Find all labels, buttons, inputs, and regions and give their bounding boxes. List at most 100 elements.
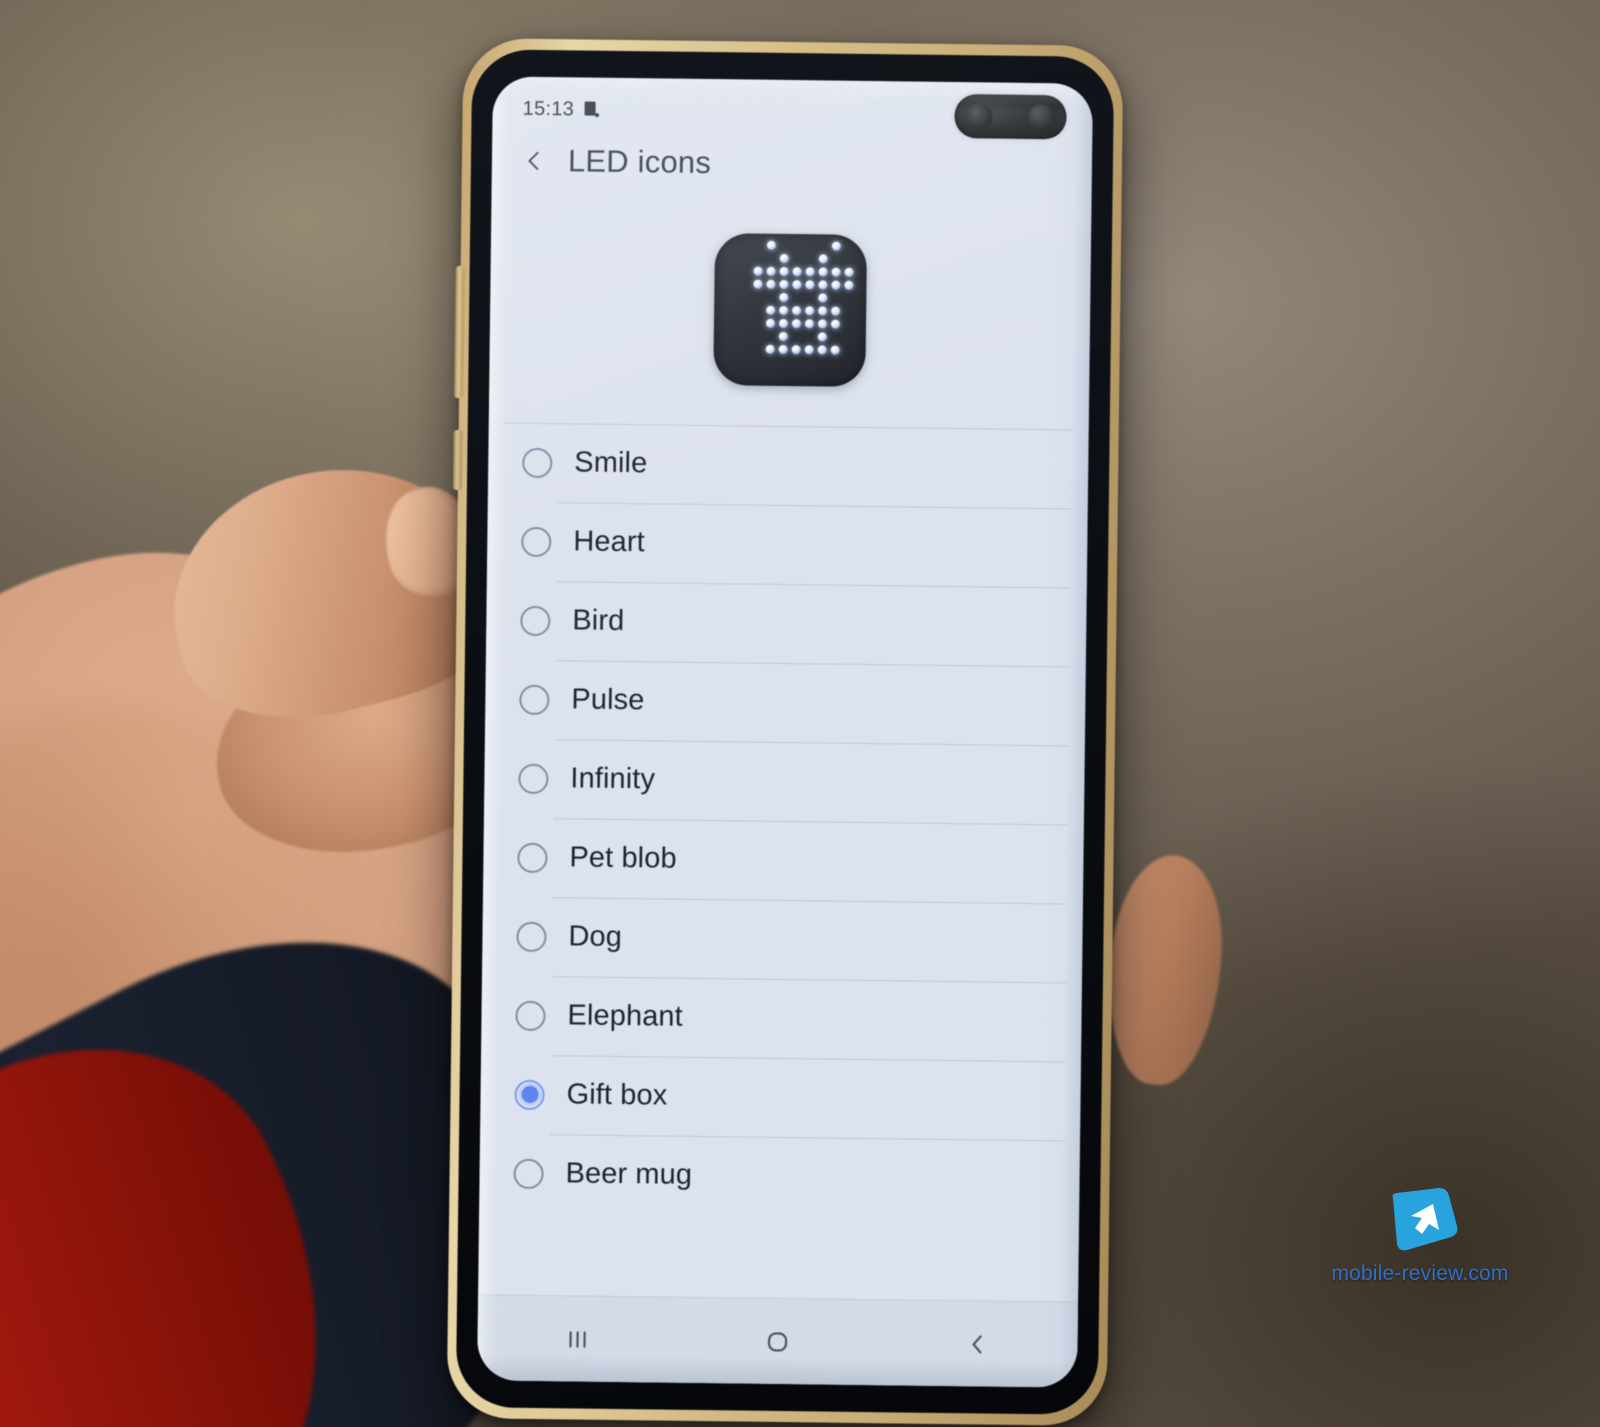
list-item[interactable]: Gift box (480, 1054, 1081, 1140)
led-dot (792, 332, 801, 341)
led-dot (740, 318, 749, 327)
led-dot (715, 266, 724, 275)
led-dot (739, 357, 748, 366)
radio-button[interactable] (516, 921, 547, 952)
led-dot (765, 357, 774, 366)
front-camera-punchhole (954, 94, 1067, 140)
led-dot (831, 280, 841, 290)
led-dot (856, 358, 865, 367)
led-dot (793, 254, 802, 263)
radio-button[interactable] (519, 684, 550, 715)
led-dot (728, 253, 737, 262)
list-item[interactable]: Pulse (485, 659, 1086, 745)
led-dot (817, 318, 828, 328)
led-dot (791, 318, 802, 328)
led-dot (792, 293, 801, 302)
radio-button[interactable] (515, 1000, 546, 1031)
led-dot (791, 344, 801, 354)
led-dot (766, 331, 775, 340)
list-item-label: Heart (573, 525, 645, 559)
led-dot (791, 371, 800, 380)
led-dot (727, 318, 736, 327)
radio-button[interactable] (518, 763, 549, 794)
led-icon-options-list: Smile Heart Bird Pulse Infinity Pet blob Dog El… (479, 422, 1089, 1219)
led-dot (844, 280, 854, 290)
recents-icon (569, 1330, 586, 1348)
led-dot (792, 266, 802, 276)
list-item-label: Elephant (567, 999, 684, 1033)
led-dot (845, 254, 854, 263)
led-dot (844, 293, 853, 302)
led-dot (765, 370, 774, 379)
led-dot (843, 358, 852, 367)
list-item[interactable]: Beer mug (479, 1133, 1080, 1219)
led-dot (818, 266, 828, 276)
led-dot (778, 370, 787, 379)
led-dot (818, 305, 828, 315)
led-dot (752, 370, 761, 379)
back-button[interactable] (917, 1313, 1038, 1374)
led-dot (727, 305, 736, 314)
radio-button[interactable] (521, 526, 552, 557)
led-dot (779, 305, 789, 315)
list-item[interactable]: Pet blob (483, 817, 1084, 903)
led-dot (740, 344, 749, 353)
led-dot (753, 331, 762, 340)
led-dot (793, 241, 802, 250)
led-dot (844, 319, 853, 328)
radio-button[interactable] (517, 842, 548, 873)
power-button[interactable] (454, 265, 465, 399)
sleeve-red (0, 975, 417, 1427)
back-chevron-icon[interactable] (522, 149, 546, 173)
led-dot (779, 266, 789, 276)
radio-button[interactable] (522, 447, 553, 478)
status-bar-left: 15:13 (522, 97, 599, 121)
radio-button[interactable] (514, 1079, 545, 1110)
led-dot (857, 319, 866, 328)
list-item[interactable]: Heart (487, 501, 1088, 587)
finger (1098, 849, 1232, 1091)
list-item[interactable]: Dog (482, 896, 1083, 982)
led-dot (805, 293, 814, 302)
led-dot (818, 279, 828, 289)
recents-button[interactable] (517, 1308, 638, 1369)
status-bar: 15:13 4G LT (492, 76, 1093, 147)
page-title: LED icons (567, 143, 712, 181)
back-icon (972, 1334, 982, 1354)
led-dot (713, 357, 722, 366)
led-dot (766, 305, 776, 315)
list-item[interactable]: Infinity (484, 738, 1085, 824)
led-dot (727, 279, 736, 288)
home-button[interactable] (717, 1311, 838, 1372)
led-dot (818, 253, 828, 263)
led-dot (858, 241, 867, 250)
list-item[interactable]: Smile (488, 422, 1089, 508)
led-dot (765, 318, 776, 328)
led-dot (831, 306, 841, 316)
gift-box-led-preview (713, 233, 868, 387)
led-dot (727, 344, 736, 353)
led-dot (753, 344, 762, 353)
radio-button[interactable] (520, 605, 551, 636)
led-dot (714, 292, 723, 301)
list-item[interactable]: Bird (486, 580, 1087, 666)
radio-button[interactable] (513, 1158, 544, 1189)
led-dot (778, 344, 788, 354)
led-dot (857, 332, 866, 341)
bixby-button[interactable] (452, 429, 463, 491)
led-dot (806, 254, 815, 263)
mobile-review-cursor-logo (1392, 1188, 1458, 1251)
led-dot (714, 331, 723, 340)
led-dot (740, 305, 749, 314)
led-dot (778, 318, 789, 328)
led-dot (830, 345, 840, 355)
list-item-label: Pulse (571, 683, 645, 717)
led-dot (830, 319, 841, 329)
list-item[interactable]: Elephant (481, 975, 1082, 1061)
led-dot (740, 292, 749, 301)
led-dot (741, 266, 750, 275)
status-clock: 15:13 (522, 97, 575, 120)
led-dot (766, 292, 775, 301)
watermark: mobile-review.com (1330, 1186, 1510, 1286)
led-dot (858, 254, 867, 263)
